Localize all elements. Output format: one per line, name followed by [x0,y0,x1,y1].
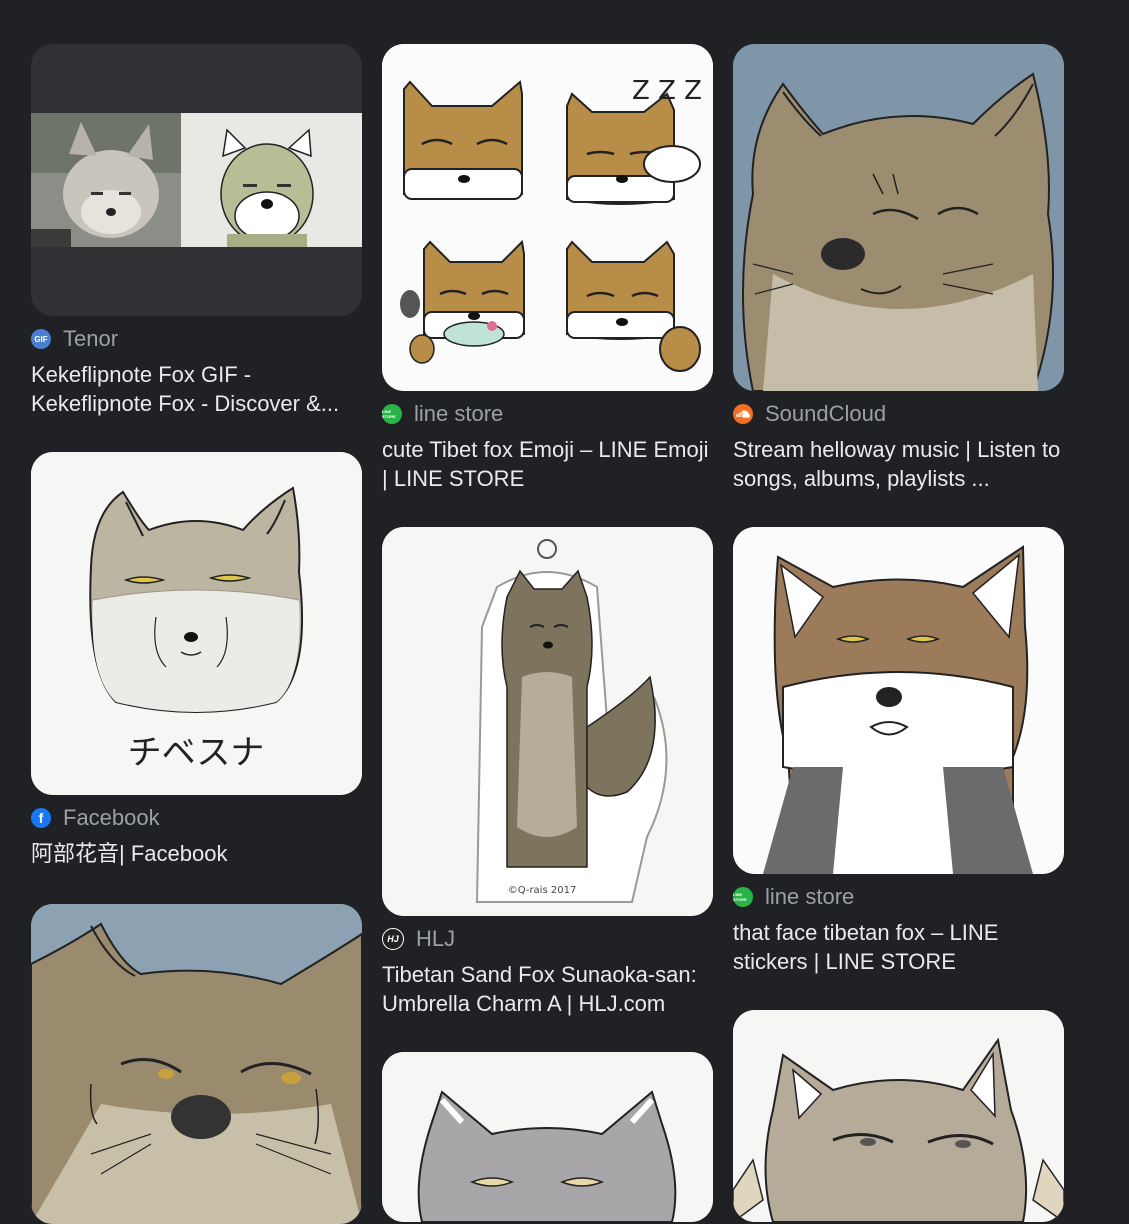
source-name: Tenor [63,326,119,351]
result-thumbnail[interactable] [31,44,362,316]
tibetan-fox-sticker-image [733,527,1064,874]
copyright-text: ©Q-rais 2017 [508,885,577,896]
result-title[interactable]: cute Tibet fox Emoji – LINE Emoji | LINE… [382,435,713,493]
line-store-icon: LINE STORE [733,887,753,907]
result-card-tenor[interactable]: GIF Tenor Kekeflipnote Fox GIF - Kekefli… [31,44,362,418]
result-card-line-emoji[interactable]: Z Z Z LINE STORE line store cute Tibet f… [382,44,713,493]
result-thumbnail[interactable] [31,904,362,1224]
result-thumbnail[interactable] [733,44,1064,391]
result-thumbnail[interactable]: Z Z Z [382,44,713,391]
chibesuna-fox-image: チベスナ [31,452,362,795]
fox-emoji-grid-image: Z Z Z [382,44,713,391]
result-title[interactable]: 阿部花音| Facebook [31,839,362,868]
source-name: SoundCloud [765,401,887,426]
zzz-text: Z Z Z [632,76,702,106]
result-source: HJ HLJ [382,926,713,952]
result-card-partial[interactable] [31,904,362,1224]
result-source: LINE STORE line store [733,884,1064,910]
result-source: f Facebook [31,805,362,831]
crying-fox-image [31,904,362,1224]
smug-fox-avatar-image [733,44,1064,391]
result-card-line-stickers[interactable]: LINE STORE line store that face tibetan … [733,527,1064,976]
hlj-icon: HJ [382,928,404,950]
squint-fox-image [733,1010,1064,1222]
soundcloud-icon [733,404,753,424]
grey-fox-image [382,1052,713,1222]
source-name: HLJ [416,926,456,951]
result-card-partial[interactable] [733,1010,1064,1222]
source-name: Facebook [63,805,160,830]
chibesuna-caption: チベスナ [128,733,265,773]
result-card-facebook[interactable]: チベスナ f Facebook 阿部花音| Facebook [31,452,362,868]
result-card-soundcloud[interactable]: SoundCloud Stream helloway music | Liste… [733,44,1064,493]
result-title[interactable]: Tibetan Sand Fox Sunaoka-san: Umbrella C… [382,960,713,1018]
result-thumbnail[interactable] [733,1010,1064,1222]
result-title[interactable]: Stream helloway music | Listen to songs,… [733,435,1064,493]
result-card-hlj[interactable]: ©Q-rais 2017 HJ HLJ Tibetan Sand Fox Sun… [382,527,713,1018]
facebook-icon: f [31,808,51,828]
fox-gif-preview-image [31,113,362,247]
line-store-icon: LINE STORE [382,404,402,424]
source-name: line store [414,401,504,426]
result-source: SoundCloud [733,401,1064,427]
result-thumbnail[interactable]: ©Q-rais 2017 [382,527,713,916]
result-title[interactable]: Kekeflipnote Fox GIF - Kekeflipnote Fox … [31,360,362,418]
result-title[interactable]: that face tibetan fox – LINE stickers | … [733,918,1064,976]
result-thumbnail[interactable] [733,527,1064,874]
umbrella-charm-image: ©Q-rais 2017 [382,527,713,916]
gif-icon: GIF [31,329,51,349]
result-card-partial[interactable] [382,1052,713,1222]
result-thumbnail[interactable]: チベスナ [31,452,362,795]
source-name: line store [765,884,855,909]
result-source: GIF Tenor [31,326,362,352]
result-source: LINE STORE line store [382,401,713,427]
result-thumbnail[interactable] [382,1052,713,1222]
